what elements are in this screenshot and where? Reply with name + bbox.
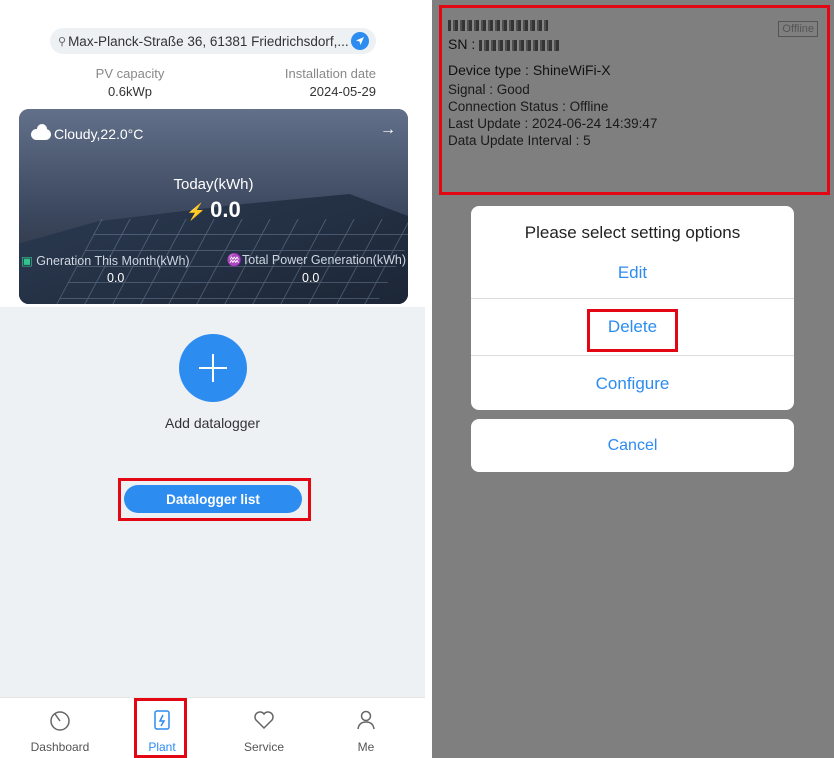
highlight-box-plant-tab xyxy=(134,698,187,758)
navigate-icon[interactable] xyxy=(351,32,369,50)
cloud-icon xyxy=(31,123,51,140)
total-value: 0.0 xyxy=(302,271,320,285)
tab-me-label: Me xyxy=(357,740,375,754)
pv-capacity: PV capacity 0.6kWp xyxy=(60,66,200,99)
total-label: Total Power Generation(kWh) xyxy=(242,253,406,267)
today-label: Today(kWh) xyxy=(173,176,254,193)
address-bar[interactable]: ⚲ Max-Planck-Straße 36, 61381 Friedrichs… xyxy=(50,28,376,54)
dashboard-icon xyxy=(50,711,70,731)
installation-date: Installation date 2024-05-29 xyxy=(226,66,376,99)
month-icon: ▣ xyxy=(21,254,33,268)
location-pin-icon: ⚲ xyxy=(58,35,67,48)
pv-capacity-value: 0.6kWp xyxy=(107,84,153,99)
today-value-row: ⚡ 0.0 xyxy=(19,197,408,223)
tab-service-label: Service xyxy=(243,740,284,754)
tab-dashboard[interactable]: Dashboard xyxy=(20,708,100,754)
person-icon xyxy=(357,710,375,730)
add-datalogger-label: Add datalogger xyxy=(165,415,260,431)
add-datalogger-button[interactable] xyxy=(179,334,247,402)
bottom-tab-bar: Dashboard Plant Service Me xyxy=(0,697,425,758)
month-value: 0.0 xyxy=(107,271,125,285)
service-heart-icon xyxy=(254,711,274,730)
dialog-title: Please select setting options xyxy=(524,223,741,242)
highlight-box-delete xyxy=(587,309,678,352)
bolt-icon: ⚡ xyxy=(186,204,207,221)
plus-icon xyxy=(199,354,227,382)
weather-text: Cloudy,22.0°C xyxy=(54,126,144,142)
highlight-box-device-info xyxy=(439,5,830,195)
arrow-right-icon[interactable]: → xyxy=(380,121,396,139)
tab-me[interactable]: Me xyxy=(326,708,406,754)
address-text: Max-Planck-Straße 36, 61381 Friedrichsdo… xyxy=(68,33,349,49)
plant-summary-card[interactable]: Cloudy,22.0°C → Today(kWh) ⚡ 0.0 ▣ Gnerat… xyxy=(19,109,408,304)
highlight-box-datalogger-list xyxy=(118,478,311,521)
plant-screen: ⚲ Max-Planck-Straße 36, 61381 Friedrichs… xyxy=(0,0,425,758)
total-icon: ♒ xyxy=(226,253,243,267)
edit-option[interactable]: Edit xyxy=(471,263,794,283)
device-settings-screen: SN : Device type : ShineWiFi-X Signal : … xyxy=(432,0,834,758)
installation-date-value: 2024-05-29 xyxy=(309,84,377,99)
installation-date-label: Installation date xyxy=(284,66,376,81)
generation-labels: ▣ Gneration This Month(kWh) ♒Total Power… xyxy=(19,253,408,268)
settings-dialog: Please select setting options Edit Delet… xyxy=(471,206,794,410)
weather: Cloudy,22.0°C xyxy=(31,123,144,142)
today-value: 0.0 xyxy=(210,197,241,222)
pv-capacity-label: PV capacity xyxy=(95,66,165,81)
month-label: Gneration This Month(kWh) xyxy=(36,254,190,268)
configure-option[interactable]: Configure xyxy=(471,374,794,394)
cancel-button[interactable]: Cancel xyxy=(471,419,794,472)
tab-dashboard-label: Dashboard xyxy=(30,740,90,754)
tab-service[interactable]: Service xyxy=(224,708,304,754)
